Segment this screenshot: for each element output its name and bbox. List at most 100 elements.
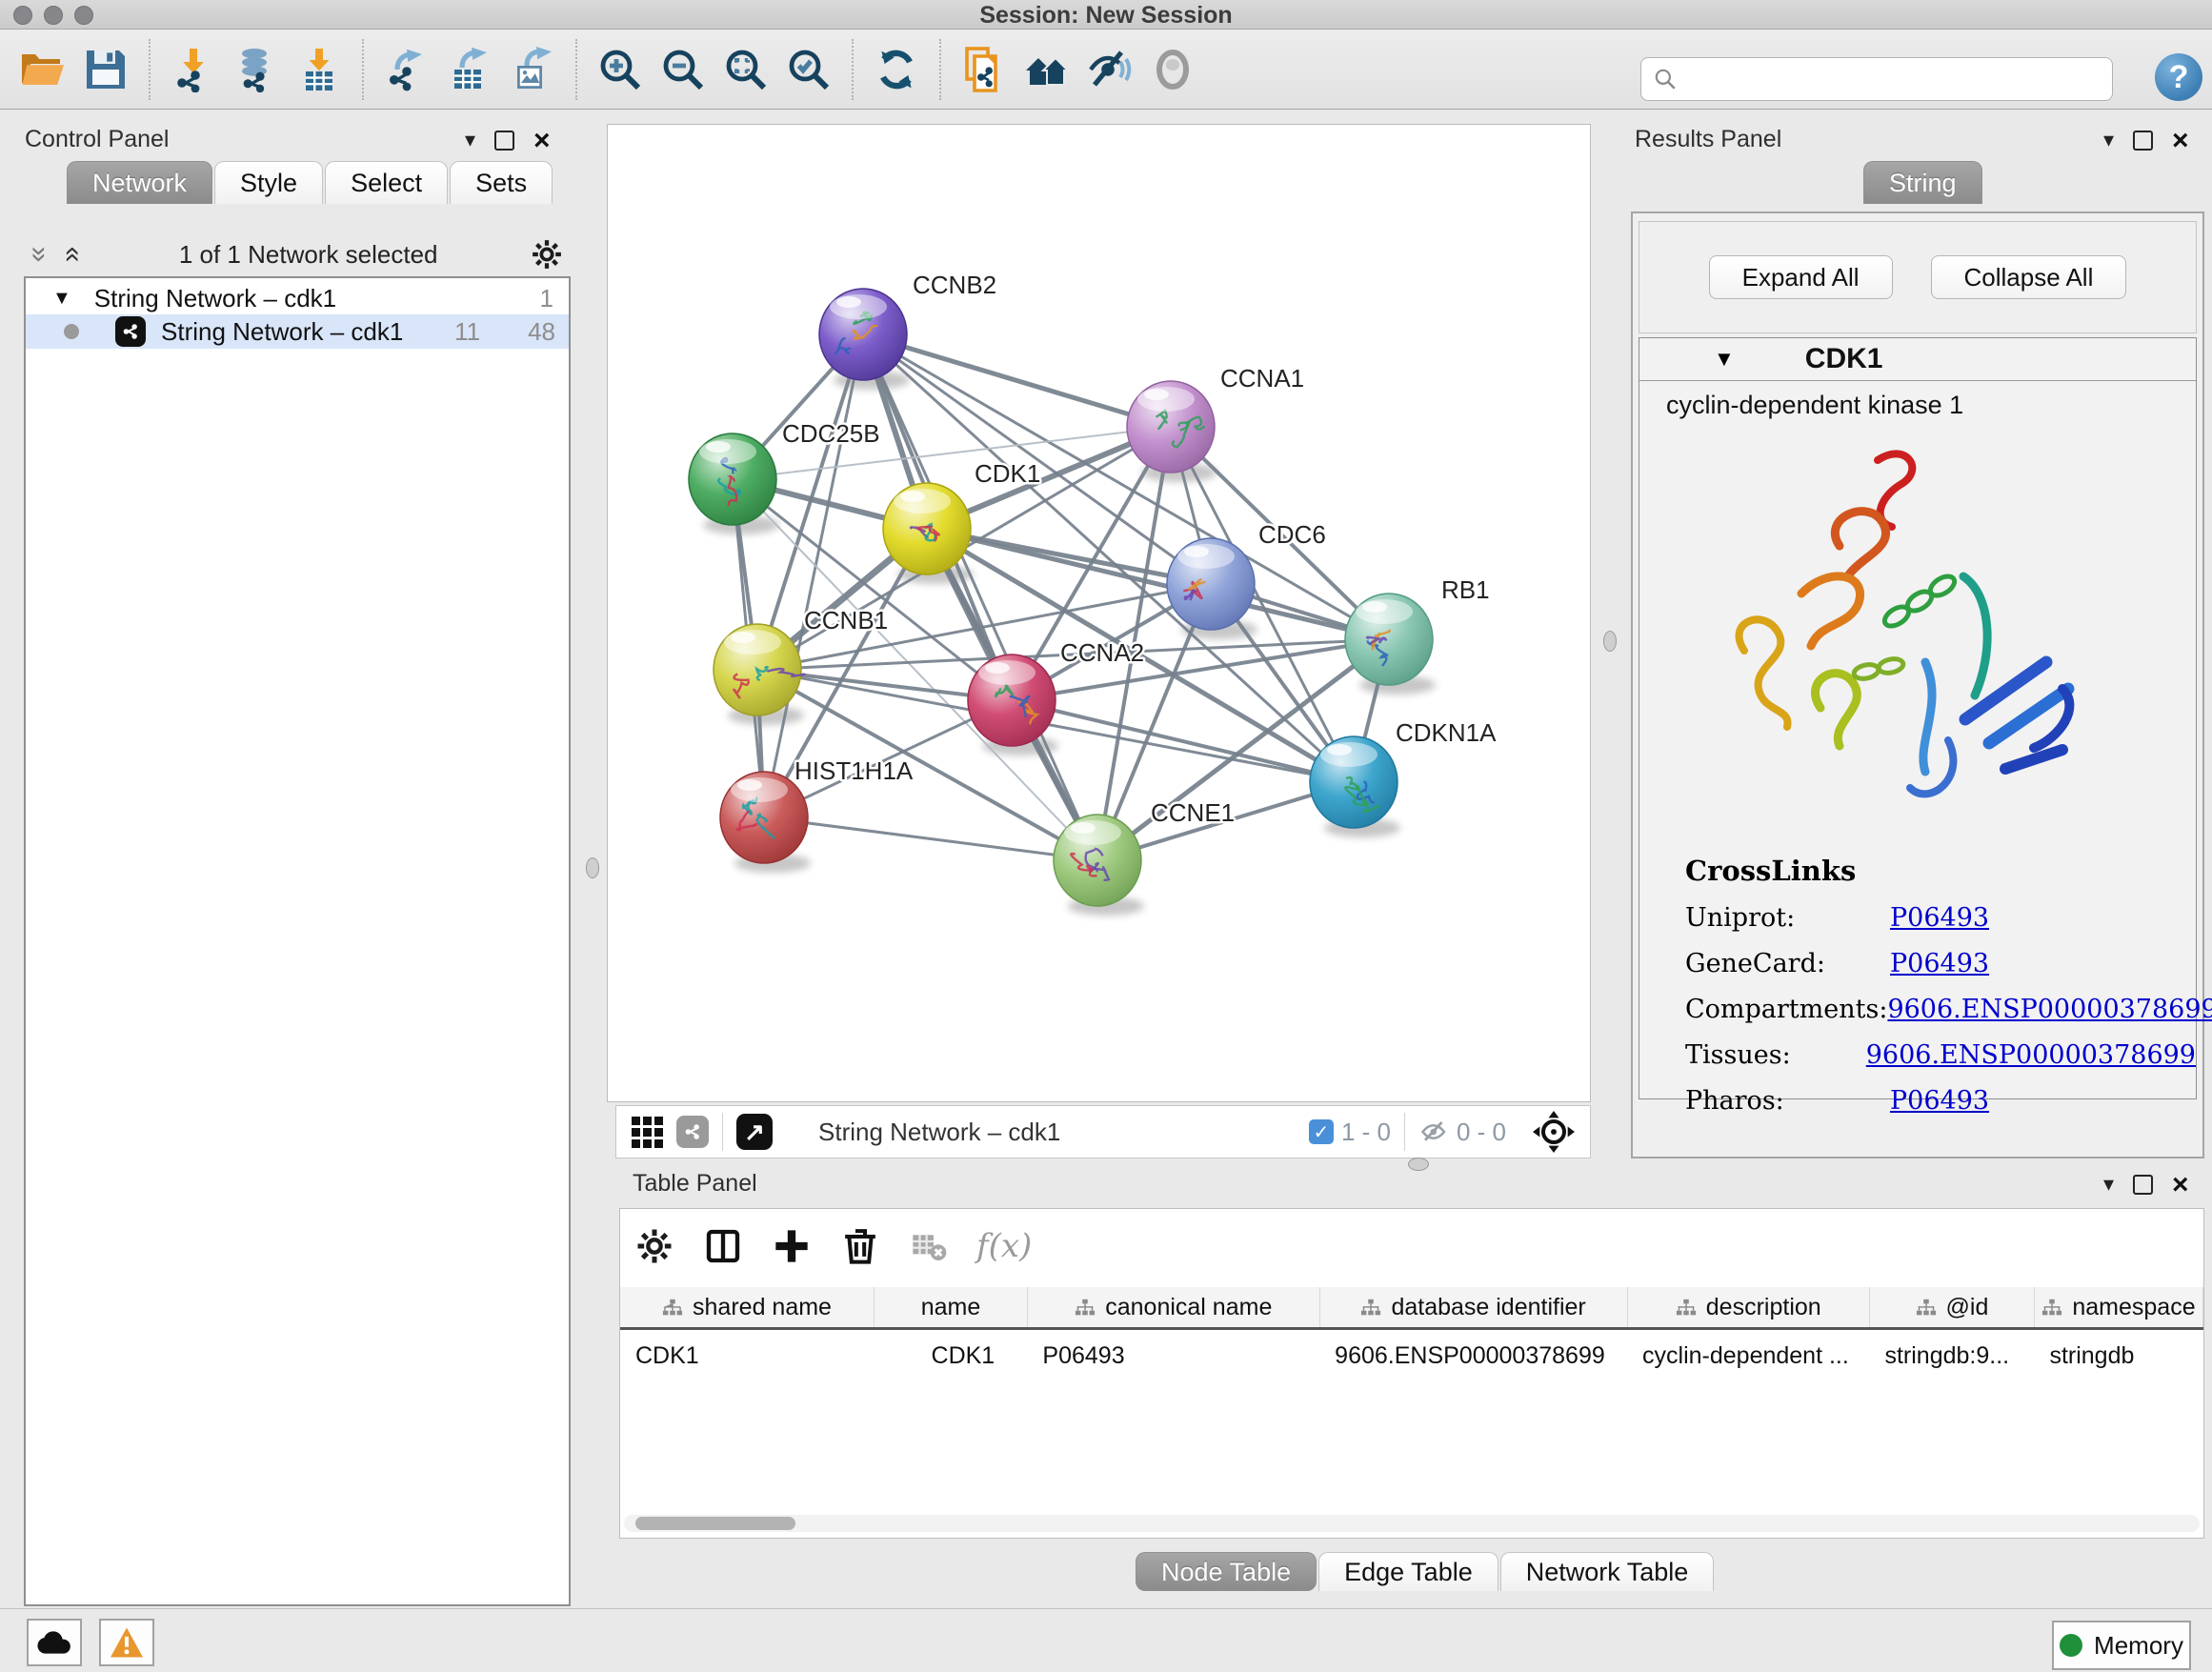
tab-string[interactable]: String bbox=[1863, 161, 1982, 204]
svg-text:HIST1H1A: HIST1H1A bbox=[794, 756, 914, 785]
search-input[interactable] bbox=[1685, 65, 2112, 93]
memory-label: Memory bbox=[2094, 1631, 2183, 1661]
column-header[interactable]: namespace bbox=[2034, 1287, 2202, 1329]
tab-node-table[interactable]: Node Table bbox=[1136, 1552, 1317, 1591]
network-graph[interactable]: CCNB2CCNA1CDC25BCDK1CDC6RB1CCNB1CCNA2CDK… bbox=[608, 125, 1590, 1101]
function-builder-button[interactable]: f(x) bbox=[976, 1227, 1032, 1265]
panel-close-icon[interactable]: × bbox=[533, 132, 551, 149]
column-header[interactable]: name bbox=[875, 1287, 1028, 1329]
protein-section-header[interactable]: ▼ CDK1 bbox=[1639, 338, 2196, 381]
horizontal-scrollbar[interactable] bbox=[624, 1515, 2200, 1532]
network-share-icon[interactable] bbox=[676, 1116, 709, 1148]
cell-canonical-name[interactable]: P06493 bbox=[1027, 1329, 1319, 1382]
grid-view-icon[interactable] bbox=[632, 1117, 663, 1148]
export-table-button[interactable] bbox=[442, 39, 497, 100]
collapse-all-button[interactable]: Collapse All bbox=[1931, 255, 2127, 299]
column-header[interactable]: canonical name bbox=[1027, 1287, 1319, 1329]
panel-maximize-icon[interactable] bbox=[2133, 131, 2153, 151]
show-all-button[interactable] bbox=[1145, 39, 1200, 100]
left-splitter-handle[interactable] bbox=[586, 857, 599, 878]
tab-network-table[interactable]: Network Table bbox=[1500, 1552, 1715, 1591]
column-header[interactable]: database identifier bbox=[1319, 1287, 1627, 1329]
tab-sets[interactable]: Sets bbox=[450, 161, 553, 204]
import-database-icon bbox=[233, 47, 279, 92]
crosslink-label: GeneCard: bbox=[1685, 949, 1890, 978]
column-header[interactable]: shared name bbox=[620, 1287, 875, 1329]
results-panel-tabs: String bbox=[1863, 161, 1984, 204]
question-mark-icon: ? bbox=[2169, 59, 2189, 96]
table-settings-button[interactable] bbox=[633, 1225, 675, 1267]
export-image-button[interactable] bbox=[505, 39, 560, 100]
detach-view-icon[interactable]: ↗ bbox=[736, 1114, 773, 1150]
import-table-button[interactable] bbox=[292, 39, 347, 100]
network-collection-row[interactable]: ▼ String Network – cdk1 1 bbox=[26, 282, 569, 314]
zoom-out-icon bbox=[660, 47, 706, 92]
memory-button[interactable]: Memory bbox=[2052, 1621, 2191, 1670]
export-network-button[interactable] bbox=[379, 39, 434, 100]
panel-float-icon[interactable]: ▾ bbox=[2103, 128, 2114, 152]
duplicate-network-button[interactable] bbox=[956, 39, 1012, 100]
cell-name[interactable]: CDK1 bbox=[875, 1329, 1028, 1382]
panel-maximize-icon[interactable] bbox=[2133, 1175, 2153, 1195]
cloud-icon bbox=[35, 1628, 73, 1657]
delete-table-button[interactable] bbox=[908, 1225, 950, 1267]
collapse-all-networks-icon[interactable]: » bbox=[54, 247, 87, 263]
crosslink-row: Uniprot: P06493 bbox=[1685, 903, 2196, 933]
zoom-selected-button[interactable] bbox=[781, 39, 836, 100]
panel-close-icon[interactable]: × bbox=[2172, 132, 2189, 149]
table-row[interactable]: CDK1 CDK1 P06493 9606.ENSP00000378699 cy… bbox=[620, 1329, 2203, 1382]
cell-description[interactable]: cyclin-dependent ... bbox=[1627, 1329, 1869, 1382]
import-network-database-button[interactable] bbox=[229, 39, 284, 100]
column-header[interactable]: @id bbox=[1869, 1287, 2034, 1329]
cloud-status-button[interactable] bbox=[27, 1619, 82, 1666]
show-columns-button[interactable] bbox=[702, 1225, 744, 1267]
crosslink-compartments-link[interactable]: 9606.ENSP00000378699 bbox=[1887, 995, 2212, 1024]
crosslink-uniprot-link[interactable]: P06493 bbox=[1890, 903, 1989, 933]
tab-select[interactable]: Select bbox=[325, 161, 448, 204]
tab-style[interactable]: Style bbox=[214, 161, 323, 204]
expand-all-networks-icon[interactable]: » bbox=[23, 247, 55, 263]
crosslink-tissues-link[interactable]: 9606.ENSP00000378699 bbox=[1866, 1040, 2196, 1070]
add-column-button[interactable] bbox=[771, 1225, 813, 1267]
warnings-button[interactable] bbox=[99, 1619, 154, 1666]
help-button[interactable]: ? bbox=[2155, 53, 2202, 101]
panel-close-icon[interactable]: × bbox=[2172, 1177, 2189, 1193]
search-field[interactable] bbox=[1640, 57, 2113, 101]
selected-count: 1 - 0 bbox=[1341, 1118, 1391, 1147]
panel-maximize-icon[interactable] bbox=[494, 131, 514, 151]
collapse-triangle-icon[interactable]: ▼ bbox=[1714, 347, 1735, 372]
apply-layout-button[interactable] bbox=[869, 39, 924, 100]
birds-eye-crosshair-icon[interactable] bbox=[1533, 1111, 1575, 1153]
gear-icon[interactable] bbox=[531, 238, 563, 271]
network-canvas[interactable]: CCNB2CCNA1CDC25BCDK1CDC6RB1CCNB1CCNA2CDK… bbox=[607, 124, 1591, 1102]
cell-database-identifier[interactable]: 9606.ENSP00000378699 bbox=[1319, 1329, 1627, 1382]
open-session-button[interactable] bbox=[15, 39, 70, 100]
zoom-out-button[interactable] bbox=[655, 39, 711, 100]
zoom-in-button[interactable] bbox=[593, 39, 648, 100]
crosslink-pharos-link[interactable]: P06493 bbox=[1890, 1086, 1989, 1116]
delete-column-button[interactable] bbox=[839, 1225, 881, 1267]
horizontal-splitter-handle[interactable] bbox=[1408, 1158, 1429, 1171]
expand-all-button[interactable]: Expand All bbox=[1709, 255, 1893, 299]
control-panel-controls: ▾ × bbox=[465, 128, 551, 152]
cell-shared-name[interactable]: CDK1 bbox=[620, 1329, 875, 1382]
cell-namespace[interactable]: stringdb bbox=[2034, 1329, 2202, 1382]
title-bar: Session: New Session bbox=[0, 0, 2212, 30]
network-row[interactable]: String Network – cdk1 11 48 bbox=[26, 314, 569, 349]
collapse-triangle-icon[interactable]: ▼ bbox=[52, 288, 71, 310]
zoom-fit-button[interactable] bbox=[718, 39, 774, 100]
panel-float-icon[interactable]: ▾ bbox=[2103, 1172, 2114, 1197]
scrollbar-thumb[interactable] bbox=[635, 1517, 795, 1530]
panel-float-icon[interactable]: ▾ bbox=[465, 128, 475, 152]
crosslink-genecard-link[interactable]: P06493 bbox=[1890, 949, 1989, 978]
column-header[interactable]: description bbox=[1627, 1287, 1869, 1329]
tab-edge-table[interactable]: Edge Table bbox=[1318, 1552, 1498, 1591]
right-splitter-handle[interactable] bbox=[1603, 631, 1617, 652]
hide-selected-button[interactable] bbox=[1082, 39, 1137, 100]
tab-network[interactable]: Network bbox=[67, 161, 212, 204]
selected-checkbox-icon[interactable]: ✓ bbox=[1309, 1119, 1334, 1144]
cell-id[interactable]: stringdb:9... bbox=[1869, 1329, 2034, 1382]
import-network-file-button[interactable] bbox=[166, 39, 221, 100]
save-session-button[interactable] bbox=[78, 39, 133, 100]
first-neighbors-button[interactable] bbox=[1019, 39, 1075, 100]
